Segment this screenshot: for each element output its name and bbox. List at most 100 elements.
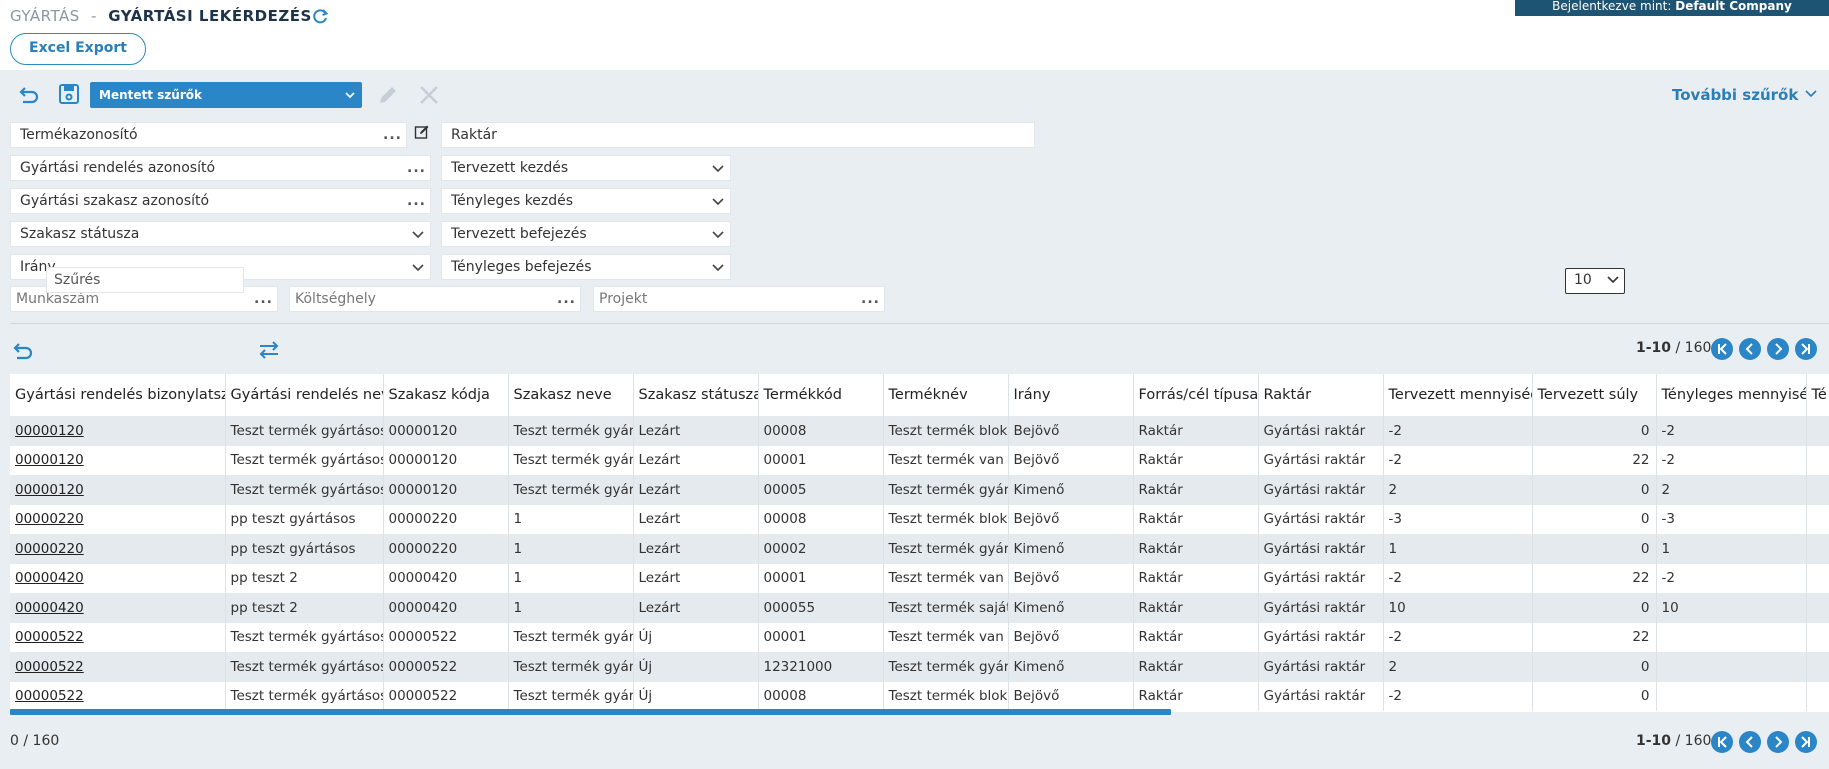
warehouse-label: Raktár bbox=[451, 127, 497, 143]
table-cell bbox=[1806, 622, 1829, 652]
product-id-field[interactable]: Termékazonosító ... bbox=[10, 122, 407, 148]
refresh-icon[interactable] bbox=[310, 6, 330, 26]
last-page-icon[interactable] bbox=[1795, 731, 1817, 753]
column-header[interactable]: Termékkód bbox=[758, 374, 884, 416]
table-row[interactable]: 00000420 pp teszt 2 00000420 1 Lezárt 000055 T… bbox=[10, 593, 1829, 623]
column-header[interactable]: Szakasz státusza bbox=[633, 374, 759, 416]
next-page-icon[interactable] bbox=[1767, 338, 1789, 360]
table-cell: -3 bbox=[1383, 504, 1533, 534]
planned-end-select[interactable]: Tervezett befejezés bbox=[441, 221, 731, 247]
column-header[interactable]: Gyártási rendelés bizonylatszáma bbox=[10, 374, 226, 416]
order-number-link[interactable]: 00000120 bbox=[10, 445, 226, 475]
column-header[interactable]: Tervezett mennyiség bbox=[1383, 374, 1533, 416]
lookup-dots-icon[interactable]: ... bbox=[407, 189, 426, 213]
lookup-dots-icon[interactable]: ... bbox=[254, 287, 273, 311]
table-cell: Teszt termék blokk bbox=[883, 681, 1009, 711]
table-cell: 1 bbox=[508, 593, 634, 623]
lookup-dots-icon[interactable]: ... bbox=[861, 287, 880, 311]
save-icon[interactable] bbox=[57, 82, 81, 106]
actual-start-select[interactable]: Tényleges kezdés bbox=[441, 188, 731, 214]
order-number-link[interactable]: 00000120 bbox=[10, 475, 226, 505]
horizontal-scrollbar[interactable] bbox=[10, 709, 1171, 715]
project-field[interactable]: Projekt ... bbox=[593, 286, 885, 312]
actual-end-select[interactable]: Tényleges befejezés bbox=[441, 254, 731, 280]
table-cell: 22 bbox=[1532, 563, 1657, 593]
undo-icon[interactable] bbox=[11, 339, 35, 363]
next-page-icon[interactable] bbox=[1767, 731, 1789, 753]
prev-page-icon[interactable] bbox=[1739, 731, 1761, 753]
column-header[interactable]: Gyártási rendelés neve bbox=[225, 374, 384, 416]
table-row[interactable]: 00000120 Teszt termék gyártásos (00000120… bbox=[10, 445, 1829, 475]
table-row[interactable]: 00000522 Teszt termék gyártásos (00000522… bbox=[10, 652, 1829, 682]
first-page-icon[interactable] bbox=[1711, 731, 1733, 753]
table-row[interactable]: 00000220 pp teszt gyártásos 00000220 1 Lezár… bbox=[10, 534, 1829, 564]
order-number-link[interactable]: 00000420 bbox=[10, 563, 226, 593]
column-header[interactable]: Té bbox=[1806, 374, 1829, 416]
table-row[interactable]: 00000522 Teszt termék gyártásos (00000522… bbox=[10, 622, 1829, 652]
table-cell: Bejövő bbox=[1008, 504, 1134, 534]
table-row[interactable]: 00000220 pp teszt gyártásos 00000220 1 Lezár… bbox=[10, 504, 1829, 534]
grid-search-input[interactable]: Szűrés bbox=[46, 267, 244, 293]
pager-total: 160 bbox=[1684, 733, 1712, 749]
order-number-link[interactable]: 00000522 bbox=[10, 681, 226, 711]
table-row[interactable]: 00000522 Teszt termék gyártásos (00000522… bbox=[10, 681, 1829, 711]
column-header[interactable]: Szakasz neve bbox=[508, 374, 634, 416]
column-header[interactable]: Szakasz kódja bbox=[383, 374, 509, 416]
table-row[interactable]: 00000120 Teszt termék gyártásos (00000120… bbox=[10, 475, 1829, 505]
table-row[interactable]: 00000120 Teszt termék gyártásos (00000120… bbox=[10, 416, 1829, 446]
table-cell: 0 bbox=[1532, 681, 1657, 711]
undo-icon[interactable] bbox=[17, 83, 41, 107]
table-cell: Teszt termék saját bbox=[883, 593, 1009, 623]
order-number-link[interactable]: 00000522 bbox=[10, 622, 226, 652]
lookup-dots-icon[interactable]: ... bbox=[407, 156, 426, 180]
column-header[interactable]: Forrás/cél típusa bbox=[1133, 374, 1259, 416]
table-cell: 12321000 bbox=[758, 652, 884, 682]
column-header[interactable]: Tényleges mennyiség bbox=[1656, 374, 1807, 416]
planned-start-select[interactable]: Tervezett kezdés bbox=[441, 155, 731, 181]
last-page-icon[interactable] bbox=[1795, 338, 1817, 360]
excel-export-button[interactable]: Excel Export bbox=[10, 33, 146, 65]
grid-search-value: Szűrés bbox=[54, 272, 101, 288]
table-cell: Teszt termék gyárt bbox=[508, 416, 634, 446]
table-cell: 00000120 bbox=[383, 445, 509, 475]
more-filters-toggle[interactable]: További szűrők bbox=[1672, 86, 1818, 104]
order-number-link[interactable]: 00000220 bbox=[10, 504, 226, 534]
login-company: Default Company bbox=[1675, 0, 1792, 13]
order-number-link[interactable]: 00000522 bbox=[10, 652, 226, 682]
close-icon[interactable] bbox=[417, 83, 441, 107]
edit-icon[interactable] bbox=[414, 124, 430, 140]
table-row[interactable]: 00000420 pp teszt 2 00000420 1 Lezárt 00001 Te… bbox=[10, 563, 1829, 593]
table-cell: -2 bbox=[1656, 445, 1807, 475]
first-page-icon[interactable] bbox=[1711, 338, 1733, 360]
stage-status-select[interactable]: Szakasz státusza bbox=[10, 221, 431, 247]
lookup-dots-icon[interactable]: ... bbox=[557, 287, 576, 311]
table-cell bbox=[1656, 652, 1807, 682]
table-cell: 00000420 bbox=[383, 593, 509, 623]
order-number-link[interactable]: 00000220 bbox=[10, 534, 226, 564]
login-prefix: Bejelentkezve mint: bbox=[1552, 0, 1672, 13]
table-cell: 00000220 bbox=[383, 534, 509, 564]
table-cell: Teszt termék gyártásos ( bbox=[225, 416, 384, 446]
column-header[interactable]: Terméknév bbox=[883, 374, 1009, 416]
chevron-down-icon bbox=[345, 92, 355, 99]
swap-icon[interactable] bbox=[257, 338, 281, 362]
lookup-dots-icon[interactable]: ... bbox=[383, 123, 402, 147]
production-order-id-field[interactable]: Gyártási rendelés azonosító ... bbox=[10, 155, 431, 181]
saved-filters-select[interactable]: Mentett szűrők bbox=[90, 82, 362, 108]
order-number-link[interactable]: 00000120 bbox=[10, 416, 226, 446]
column-header[interactable]: Raktár bbox=[1258, 374, 1384, 416]
order-number-link[interactable]: 00000420 bbox=[10, 593, 226, 623]
warehouse-field[interactable]: Raktár bbox=[441, 122, 1035, 148]
cost-center-field[interactable]: Költséghely ... bbox=[289, 286, 581, 312]
pager-range: 1-10 bbox=[1636, 340, 1672, 356]
table-cell: Lezárt bbox=[633, 416, 759, 446]
breadcrumb-section[interactable]: GYÁRTÁS bbox=[10, 7, 80, 25]
table-cell bbox=[1806, 563, 1829, 593]
pencil-icon[interactable] bbox=[376, 83, 400, 107]
prev-page-icon[interactable] bbox=[1739, 338, 1761, 360]
table-cell: 00008 bbox=[758, 681, 884, 711]
column-header[interactable]: Irány bbox=[1008, 374, 1134, 416]
page-size-select[interactable]: 10 bbox=[1565, 268, 1625, 294]
column-header[interactable]: Tervezett súly bbox=[1532, 374, 1657, 416]
production-stage-id-field[interactable]: Gyártási szakasz azonosító ... bbox=[10, 188, 431, 214]
